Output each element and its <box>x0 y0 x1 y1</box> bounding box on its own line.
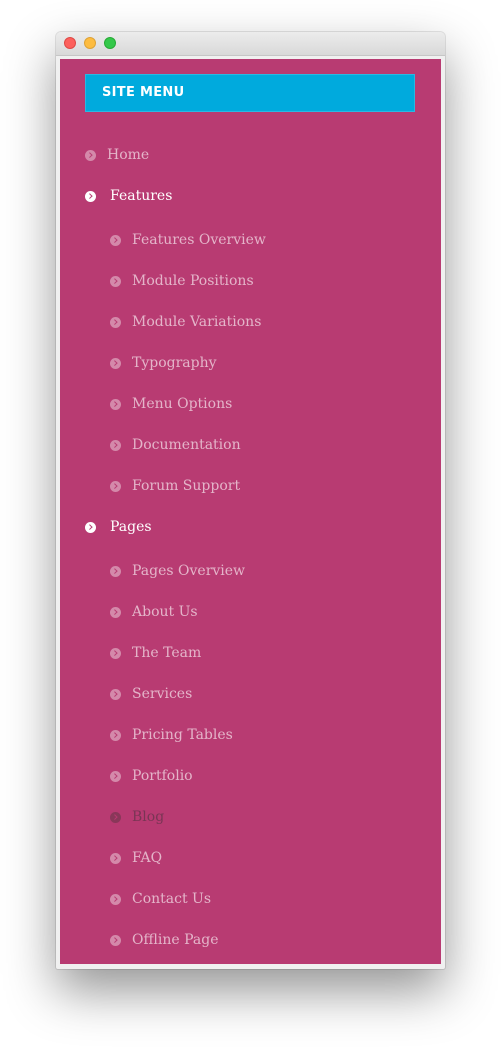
menu-item-blog[interactable]: Blog <box>110 807 164 827</box>
menu-item-label: Documentation <box>132 437 241 453</box>
chevron-circle-right-icon <box>110 934 121 946</box>
chevron-circle-right-icon <box>110 480 121 492</box>
chevron-circle-right-icon <box>110 729 121 741</box>
chevron-circle-right-icon <box>85 149 96 161</box>
chevron-circle-right-icon <box>110 357 121 369</box>
menu-item-the-team[interactable]: The Team <box>110 643 201 663</box>
menu-item-label: FAQ <box>132 850 163 866</box>
menu-item-label: Offline Page <box>132 932 219 948</box>
menu-item-label: Module Variations <box>132 314 262 330</box>
chevron-circle-right-icon <box>110 565 121 577</box>
chevron-circle-right-icon <box>110 398 121 410</box>
menu-item-label: Forum Support <box>132 478 241 494</box>
menu-item-faq[interactable]: FAQ <box>110 848 162 868</box>
menu-item-home[interactable]: Home <box>85 145 149 165</box>
menu-item-pricing-tables[interactable]: Pricing Tables <box>110 725 233 745</box>
chevron-circle-right-icon <box>110 316 121 328</box>
menu-item-services[interactable]: Services <box>110 684 192 704</box>
chevron-circle-right-icon <box>110 811 121 823</box>
menu-item-label: Pages Overview <box>132 563 246 579</box>
chevron-circle-right-icon <box>110 234 121 246</box>
menu-item-pages[interactable]: Pages <box>85 517 152 537</box>
chevron-circle-right-icon <box>85 190 96 202</box>
window-titlebar <box>56 32 445 56</box>
menu-item-label: Features <box>110 188 173 204</box>
menu-item-label: Features Overview <box>132 232 266 248</box>
menu-item-label: Portfolio <box>132 768 193 784</box>
menu-item-label: Pages <box>110 519 152 535</box>
site-menu-header: SITE MENU <box>85 74 415 112</box>
chevron-circle-right-icon <box>110 275 121 287</box>
menu-item-features[interactable]: Features <box>85 186 172 206</box>
menu-item-label: The Team <box>132 645 202 661</box>
menu-item-documentation[interactable]: Documentation <box>110 435 241 455</box>
minimize-window-button[interactable] <box>84 37 96 49</box>
menu-item-pages-overview[interactable]: Pages Overview <box>110 561 245 581</box>
chevron-circle-right-icon <box>110 439 121 451</box>
menu-item-menu-options[interactable]: Menu Options <box>110 394 232 414</box>
menu-item-label: Module Positions <box>132 273 254 289</box>
chevron-circle-right-icon <box>110 647 121 659</box>
menu-item-label: Home <box>107 147 150 163</box>
menu-item-typography[interactable]: Typography <box>110 353 217 373</box>
menu-item-label: Typography <box>132 355 217 371</box>
chevron-circle-right-icon <box>85 521 96 533</box>
menu-item-about-us[interactable]: About Us <box>110 602 198 622</box>
menu-item-label: Pricing Tables <box>132 727 233 743</box>
maximize-window-button[interactable] <box>104 37 116 49</box>
menu-item-module-variations[interactable]: Module Variations <box>110 312 261 332</box>
chevron-circle-right-icon <box>110 606 121 618</box>
menu-item-portfolio[interactable]: Portfolio <box>110 766 193 786</box>
menu-item-label: Blog <box>132 809 165 825</box>
browser-window: SITE MENU Home Features Features Overvie… <box>56 32 445 969</box>
menu-item-forum-support[interactable]: Forum Support <box>110 476 240 496</box>
site-menu-panel: SITE MENU Home Features Features Overvie… <box>60 59 441 964</box>
close-window-button[interactable] <box>64 37 76 49</box>
menu-item-module-positions[interactable]: Module Positions <box>110 271 254 291</box>
chevron-circle-right-icon <box>110 770 121 782</box>
chevron-circle-right-icon <box>110 893 121 905</box>
menu-item-label: Menu Options <box>132 396 233 412</box>
menu-item-label: Contact Us <box>132 891 212 907</box>
chevron-circle-right-icon <box>110 852 121 864</box>
chevron-circle-right-icon <box>110 688 121 700</box>
menu-item-features-overview[interactable]: Features Overview <box>110 230 266 250</box>
menu-item-offline-page[interactable]: Offline Page <box>110 930 219 950</box>
menu-item-contact-us[interactable]: Contact Us <box>110 889 211 909</box>
menu-item-label: Services <box>132 686 193 702</box>
menu-item-label: About Us <box>132 604 198 620</box>
